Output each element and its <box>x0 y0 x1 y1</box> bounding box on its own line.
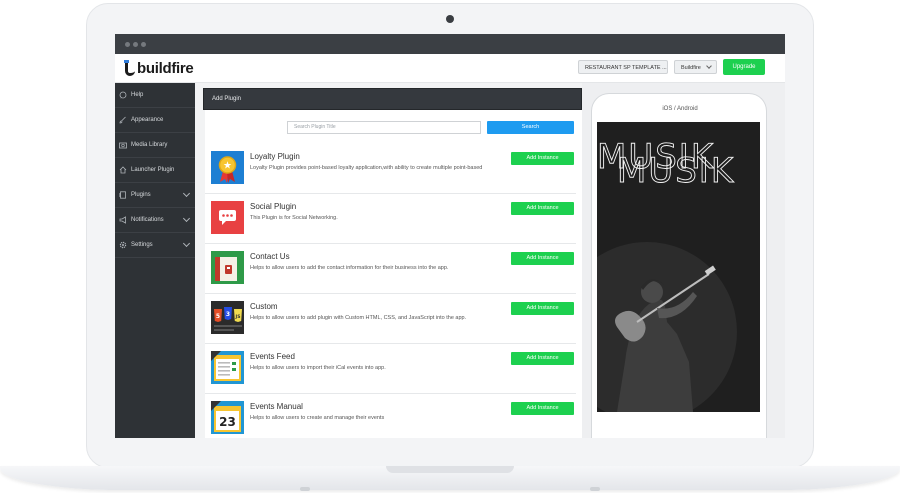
contact-phone-icon <box>211 251 244 284</box>
laptop-foot <box>300 487 310 491</box>
social-chat-icon <box>211 201 244 234</box>
app-preview-screen[interactable]: MUSIK MUSIK <box>597 122 760 412</box>
search-button[interactable]: Search <box>487 121 574 134</box>
sidebar-item-launcher-plugin[interactable]: Launcher Plugin <box>115 158 195 183</box>
code-languages-icon: 5 3 JS <box>211 301 244 334</box>
add-instance-button[interactable]: Add Instance <box>511 252 574 265</box>
sidebar-item-label: Plugins <box>131 192 151 198</box>
js-badge: JS <box>235 314 241 320</box>
plugin-description: Helps to allow users to create and manag… <box>250 415 385 421</box>
badge-star: ★ <box>223 161 232 172</box>
sidebar-item-notifications[interactable]: Notifications <box>115 208 195 233</box>
sidebar-item-media-library[interactable]: Media Library <box>115 133 195 158</box>
musik-text: MUSIK <box>617 151 735 191</box>
loyalty-badge-icon: ★ <box>211 151 244 184</box>
search-input[interactable]: Search Plugin Title <box>287 121 481 134</box>
add-instance-button[interactable]: Add Instance <box>511 302 574 315</box>
plugin-row-events-manual: 23 Events Manual Helps to allow users to… <box>205 394 576 438</box>
plugin-description: This Plugin is for Social Networking. <box>250 215 338 221</box>
home-icon <box>119 166 127 174</box>
calendar-icon: 23 <box>211 401 244 434</box>
plugin-description: Loyalty Plugin provides point-based loya… <box>250 165 483 171</box>
sidebar-item-label: Notifications <box>131 217 164 223</box>
help-icon <box>119 91 127 99</box>
sidebar-item-label: Launcher Plugin <box>131 167 175 173</box>
sidebar-item-settings[interactable]: Settings <box>115 233 195 258</box>
plugin-row-loyalty: ★ Loyalty Plugin Loyalty Plugin provides… <box>205 144 576 194</box>
sidebar-item-label: Media Library <box>131 142 168 148</box>
plugin-title: Events Feed <box>250 352 295 361</box>
plugin-row-contact: Contact Us Helps to allow users to add t… <box>205 244 576 294</box>
sidebar-item-help[interactable]: Help <box>115 83 195 108</box>
platform-label: iOS / Android <box>662 106 698 112</box>
camera-icon <box>119 141 127 149</box>
chevron-down-icon <box>182 189 191 198</box>
plugin-title: Loyalty Plugin <box>250 152 300 161</box>
sidebar-item-label: Help <box>131 92 144 98</box>
events-feed-icon <box>211 351 244 384</box>
plugin-description: Helps to allow users to add plugin with … <box>250 315 467 321</box>
laptop-notch <box>386 466 514 473</box>
plugin-row-social: Social Plugin This Plugin is for Social … <box>205 194 576 244</box>
phone-bottom <box>591 412 767 438</box>
app-body: Help Appearance Media Library Launcher P… <box>115 34 785 438</box>
add-instance-button[interactable]: Add Instance <box>511 352 574 365</box>
laptop-foot <box>590 487 600 491</box>
brush-icon <box>119 116 127 124</box>
sidebar: Help Appearance Media Library Launcher P… <box>115 83 195 438</box>
webcam <box>446 15 454 23</box>
musik-hero-image: MUSIK MUSIK <box>597 122 760 412</box>
chevron-down-icon <box>182 239 191 248</box>
gear-icon <box>119 241 127 249</box>
plugins-icon <box>119 191 127 199</box>
plugin-title: Contact Us <box>250 252 290 261</box>
add-instance-button[interactable]: Add Instance <box>511 402 574 415</box>
panel-title: Add Plugin <box>212 96 242 102</box>
add-plugin-header: Add Plugin <box>203 88 582 110</box>
sidebar-item-appearance[interactable]: Appearance <box>115 108 195 133</box>
sidebar-item-label: Settings <box>131 242 153 248</box>
plugin-row-events-feed: Events Feed Helps to allow users to impo… <box>205 344 576 394</box>
megaphone-icon <box>119 216 127 224</box>
plugin-row-custom: 5 3 JS Custom Helps to allow users to ad… <box>205 294 576 344</box>
chevron-down-icon <box>182 214 191 223</box>
sidebar-item-label: Appearance <box>131 117 164 123</box>
plugin-title: Events Manual <box>250 402 303 411</box>
plugin-title: Custom <box>250 302 278 311</box>
html-badge: 5 <box>216 313 220 320</box>
sidebar-item-plugins[interactable]: Plugins <box>115 183 195 208</box>
calendar-day: 23 <box>219 415 236 429</box>
add-instance-button[interactable]: Add Instance <box>511 152 574 165</box>
css-badge: 3 <box>226 311 230 318</box>
plugin-description: Helps to allow users to import their iCa… <box>250 365 386 371</box>
plugin-title: Social Plugin <box>250 202 297 211</box>
plugin-description: Helps to allow users to add the contact … <box>250 265 449 271</box>
add-instance-button[interactable]: Add Instance <box>511 202 574 215</box>
